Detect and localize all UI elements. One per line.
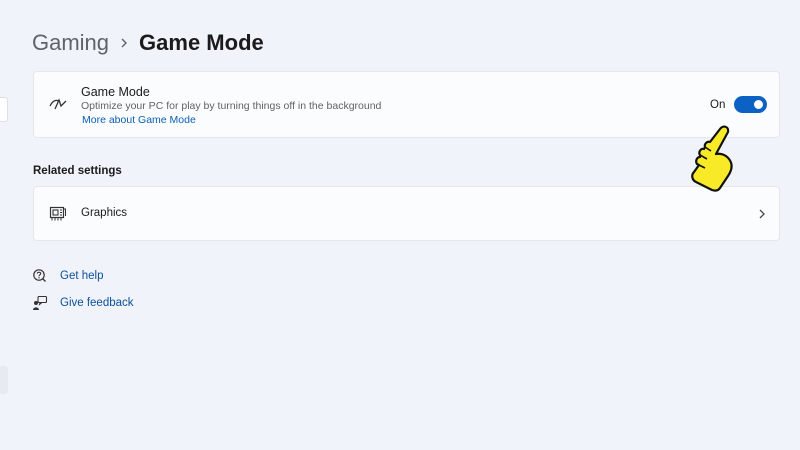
game-mode-toggle[interactable]: [734, 96, 767, 113]
toggle-knob: [754, 100, 763, 109]
chevron-right-icon: [109, 37, 139, 49]
chevron-right-icon: [759, 209, 765, 219]
graphics-card-icon: [49, 206, 66, 221]
game-mode-title: Game Mode: [81, 85, 150, 99]
graphics-settings-row[interactable]: Graphics: [33, 186, 780, 241]
breadcrumb: Gaming Game Mode: [32, 28, 264, 58]
pointing-hand-cursor-icon: [691, 125, 733, 192]
sidebar-edge-item-selected[interactable]: [0, 366, 8, 394]
feedback-icon: [33, 295, 48, 310]
breadcrumb-parent-gaming[interactable]: Gaming: [32, 30, 109, 56]
game-mode-icon: [49, 98, 67, 110]
help-icon: [33, 269, 46, 282]
get-help-label[interactable]: Get help: [60, 270, 103, 282]
related-settings-heading: Related settings: [33, 165, 122, 177]
give-feedback-link[interactable]: Give feedback: [32, 295, 134, 311]
get-help-link[interactable]: Get help: [32, 268, 103, 284]
give-feedback-label[interactable]: Give feedback: [60, 297, 134, 309]
graphics-label: Graphics: [81, 207, 128, 219]
more-about-game-mode-link[interactable]: More about Game Mode: [82, 114, 196, 126]
game-mode-card: Game Mode Optimize your PC for play by t…: [33, 71, 780, 138]
game-mode-description: Optimize your PC for play by turning thi…: [81, 100, 382, 112]
page-title: Game Mode: [139, 30, 264, 55]
sidebar-edge-item[interactable]: [0, 97, 8, 122]
game-mode-state-label: On: [710, 99, 726, 111]
